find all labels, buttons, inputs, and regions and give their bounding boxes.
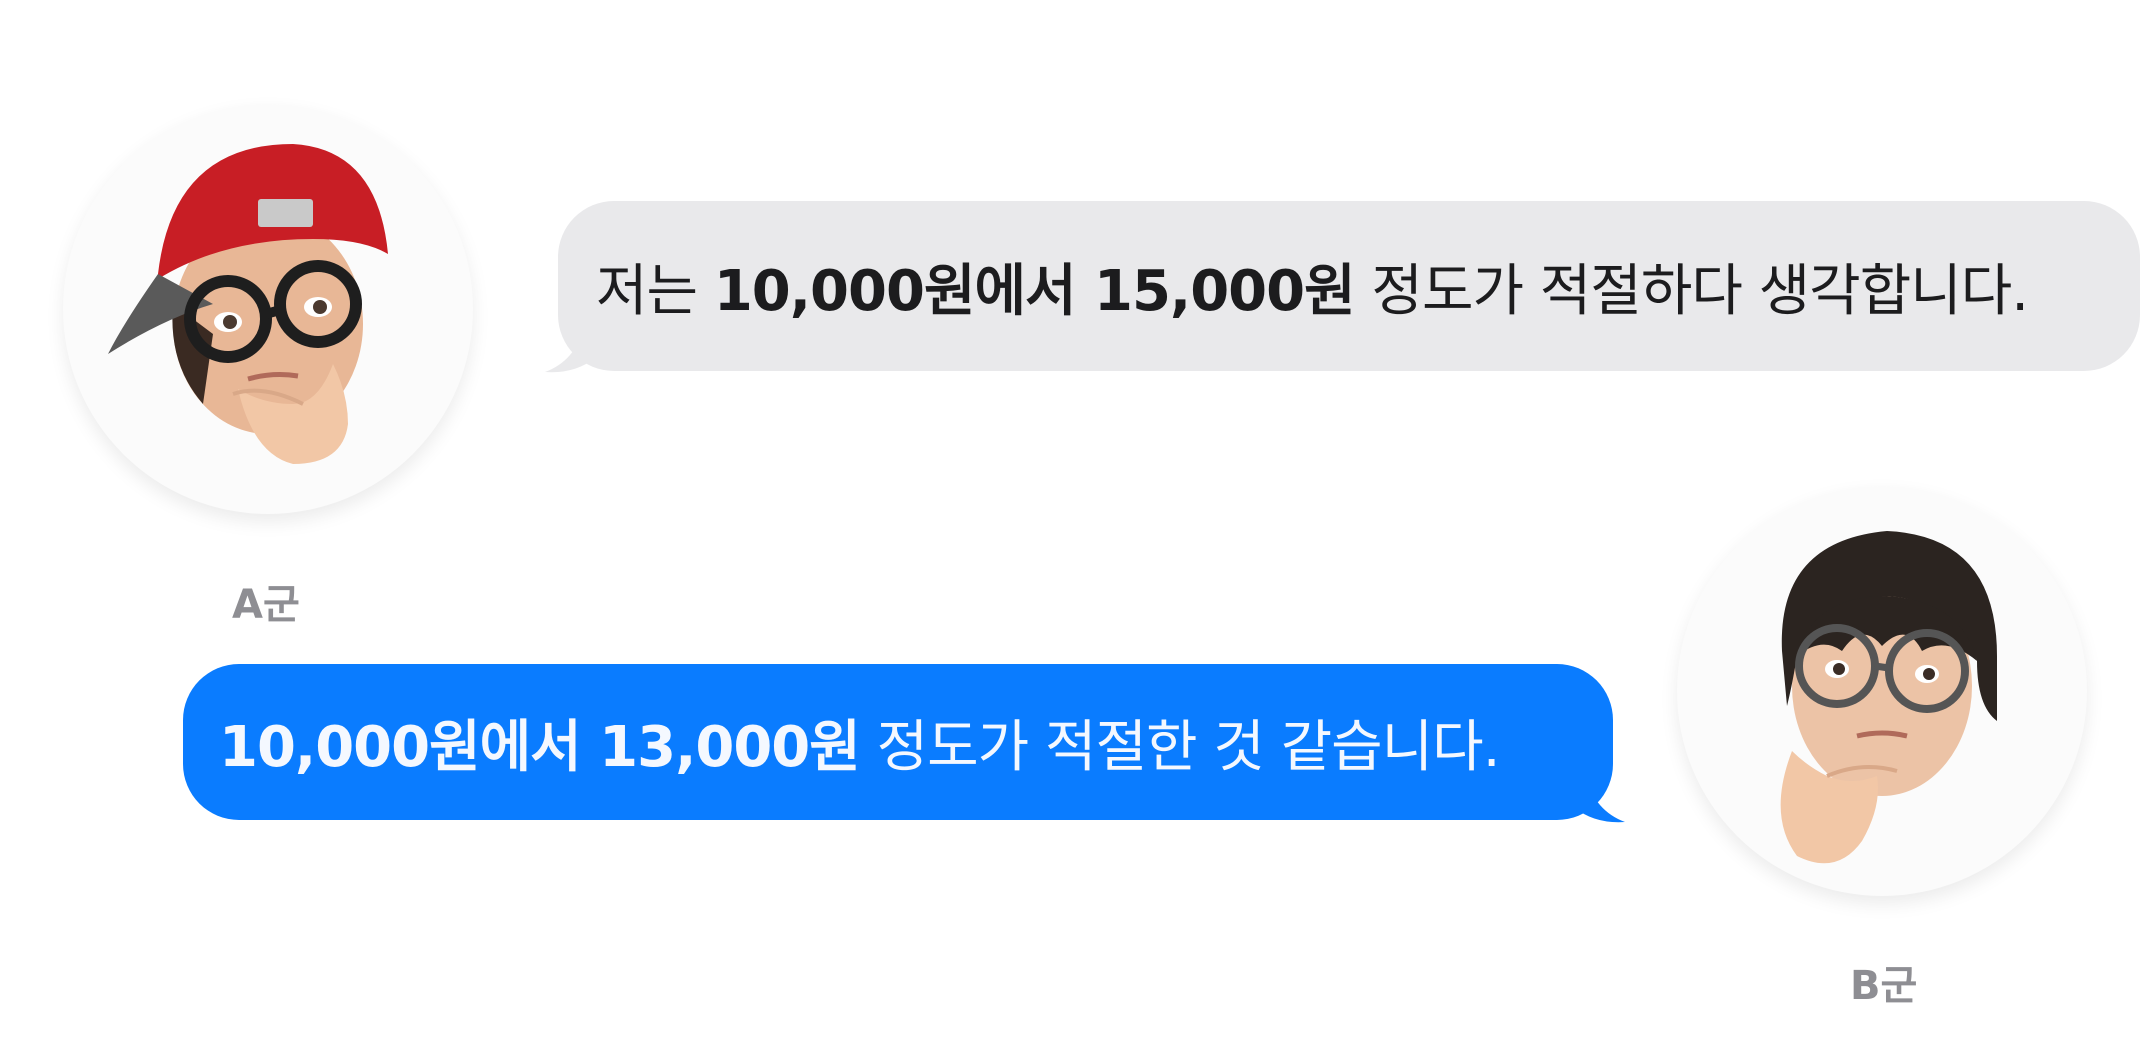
message-b-suffix: 정도가 적절한 것 같습니다. [859,714,1501,780]
bubble-tail-b [1575,776,1625,823]
sender-name-a: A군 [232,582,300,628]
message-b-range: 10,000원에서 13,000원 [219,714,861,780]
message-a-range: 10,000원에서 15,000원 [713,258,1356,324]
avatar-a[interactable] [63,104,473,514]
avatar-b[interactable] [1677,486,2087,896]
message-bubble-a[interactable]: 저는 10,000원에서 15,000원 정도가 적절하다 생각합니다. [558,201,2140,371]
memoji-red-cap-icon [108,144,388,464]
memoji-bowl-cut-icon [1780,531,1997,864]
sender-name-b: B군 [1850,963,1918,1009]
message-a-prefix: 저는 [596,258,714,324]
message-bubble-b[interactable]: 10,000원에서 13,000원 정도가 적절한 것 같습니다. [183,664,1613,820]
message-a-suffix: 정도가 적절하다 생각합니다. [1354,258,2029,324]
